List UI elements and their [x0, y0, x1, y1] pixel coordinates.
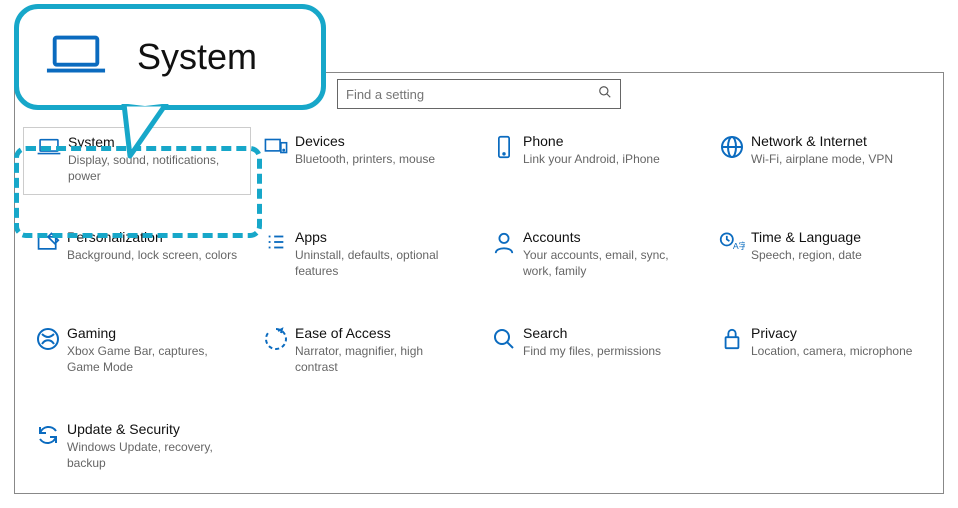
xbox-icon: [29, 325, 67, 351]
laptop-icon: [30, 134, 68, 158]
pen-icon: [29, 229, 67, 253]
search-box[interactable]: [337, 79, 621, 109]
tile-title: Privacy: [751, 325, 925, 341]
apps-list-icon: [257, 229, 295, 253]
person-icon: [485, 229, 523, 255]
tile-phone[interactable]: Phone Link your Android, iPhone: [479, 127, 707, 195]
tile-apps[interactable]: Apps Uninstall, defaults, optional featu…: [251, 223, 479, 291]
tile-desc: Wi-Fi, airplane mode, VPN: [751, 151, 925, 167]
callout-tail: [118, 104, 178, 160]
tile-personalization[interactable]: Personalization Background, lock screen,…: [23, 223, 251, 291]
tile-update-security[interactable]: Update & Security Windows Update, recove…: [23, 415, 251, 483]
tile-gaming[interactable]: Gaming Xbox Game Bar, captures, Game Mod…: [23, 319, 251, 387]
tile-desc: Bluetooth, printers, mouse: [295, 151, 469, 167]
laptop-icon: [45, 31, 107, 84]
phone-icon: [485, 133, 523, 159]
tile-privacy[interactable]: Privacy Location, camera, microphone: [707, 319, 935, 387]
svg-text:A字: A字: [733, 240, 745, 251]
tile-desc: Background, lock screen, colors: [67, 247, 241, 263]
tile-desc: Speech, region, date: [751, 247, 925, 263]
tile-title: Personalization: [67, 229, 241, 245]
tile-time-language[interactable]: A字 Time & Language Speech, region, date: [707, 223, 935, 291]
tile-title: Time & Language: [751, 229, 925, 245]
tile-devices[interactable]: Devices Bluetooth, printers, mouse: [251, 127, 479, 195]
tile-desc: Find my files, permissions: [523, 343, 697, 359]
search-icon: [598, 85, 612, 104]
tile-desc: Uninstall, defaults, optional features: [295, 247, 469, 279]
time-lang-icon: A字: [713, 229, 751, 253]
tile-title: Accounts: [523, 229, 697, 245]
callout-title: System: [137, 36, 257, 78]
ease-access-icon: [257, 325, 295, 351]
settings-grid: System Display, sound, notifications, po…: [15, 127, 943, 483]
devices-icon: [257, 133, 295, 157]
tile-desc: Windows Update, recovery, backup: [67, 439, 241, 471]
tile-title: Search: [523, 325, 697, 341]
tile-title: Devices: [295, 133, 469, 149]
globe-icon: [713, 133, 751, 159]
sync-icon: [29, 421, 67, 447]
tile-title: Ease of Access: [295, 325, 469, 341]
tile-desc: Your accounts, email, sync, work, family: [523, 247, 697, 279]
tile-title: Gaming: [67, 325, 241, 341]
tile-network[interactable]: Network & Internet Wi-Fi, airplane mode,…: [707, 127, 935, 195]
lock-icon: [713, 325, 751, 351]
tile-ease-of-access[interactable]: Ease of Access Narrator, magnifier, high…: [251, 319, 479, 387]
search-input[interactable]: [346, 87, 598, 102]
tile-title: Update & Security: [67, 421, 241, 437]
tile-desc: Xbox Game Bar, captures, Game Mode: [67, 343, 241, 375]
callout-bubble: System: [14, 4, 326, 110]
tile-desc: Link your Android, iPhone: [523, 151, 697, 167]
tile-desc: Narrator, magnifier, high contrast: [295, 343, 469, 375]
tile-desc: Location, camera, microphone: [751, 343, 925, 359]
tile-title: Phone: [523, 133, 697, 149]
tile-title: Apps: [295, 229, 469, 245]
magnifier-icon: [485, 325, 523, 351]
tile-accounts[interactable]: Accounts Your accounts, email, sync, wor…: [479, 223, 707, 291]
tile-title: Network & Internet: [751, 133, 925, 149]
tile-search[interactable]: Search Find my files, permissions: [479, 319, 707, 387]
